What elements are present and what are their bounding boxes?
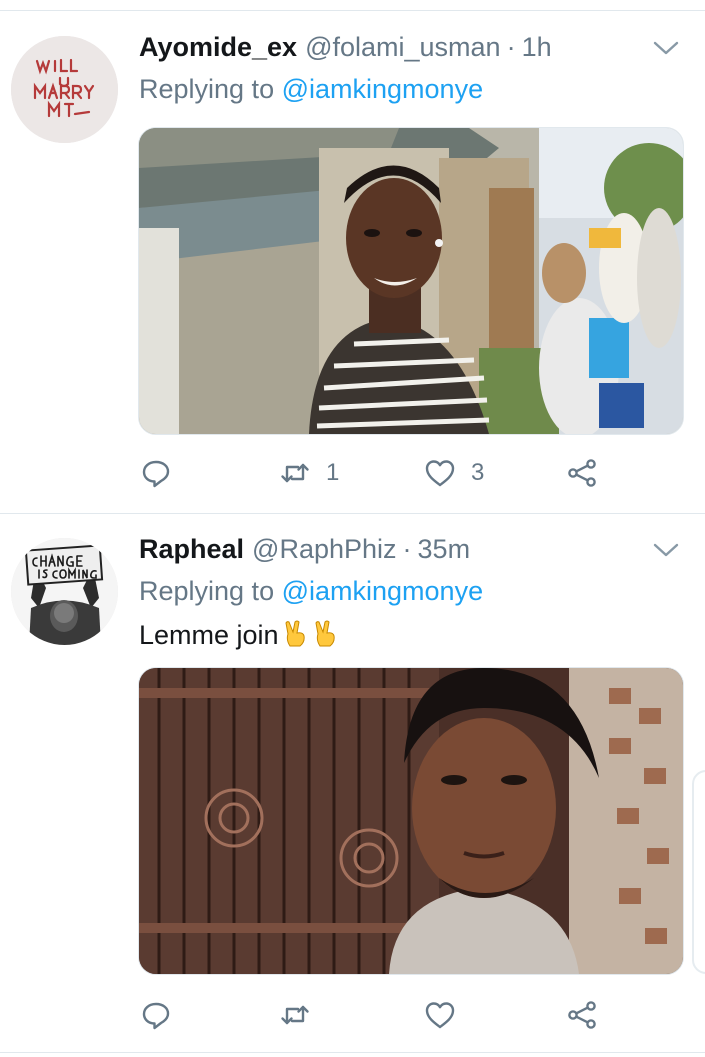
retweet-button[interactable] bbox=[278, 995, 326, 1035]
reply-button[interactable] bbox=[139, 453, 187, 493]
reply-icon bbox=[142, 1002, 170, 1030]
tweet-header: Ayomide_ex @folami_usman · 1h bbox=[139, 32, 552, 68]
replying-to: Replying to @iamkingmonye bbox=[139, 576, 483, 607]
display-name[interactable]: Rapheal bbox=[139, 534, 244, 565]
bottom-divider bbox=[0, 1052, 705, 1053]
victory-hand-emoji bbox=[313, 620, 339, 648]
avatar[interactable] bbox=[11, 36, 118, 143]
photo-selfie-gate bbox=[139, 668, 683, 974]
tweet-photo[interactable] bbox=[138, 127, 684, 435]
reply-icon bbox=[142, 460, 170, 488]
avatar-image bbox=[11, 538, 118, 645]
tweet-body: Lemme join bbox=[139, 620, 279, 650]
separator-dot: · bbox=[506, 32, 516, 62]
user-handle[interactable]: @RaphPhiz bbox=[252, 534, 396, 565]
tweet-photo[interactable] bbox=[138, 667, 684, 975]
like-button[interactable]: 3 bbox=[423, 453, 484, 493]
victory-hand-emoji bbox=[283, 620, 309, 648]
tweet-actions bbox=[139, 995, 659, 1035]
replying-to: Replying to @iamkingmonye bbox=[139, 74, 483, 105]
tweet[interactable]: Ayomide_ex @folami_usman · 1h Replying t… bbox=[0, 0, 705, 513]
photo-young-man-striped-shirt bbox=[139, 128, 683, 434]
display-name[interactable]: Ayomide_ex bbox=[139, 32, 297, 63]
retweet-icon bbox=[281, 463, 309, 483]
tweet-menu-button[interactable] bbox=[652, 540, 680, 560]
user-handle[interactable]: @folami_usman bbox=[305, 32, 501, 63]
mention-link[interactable]: @iamkingmonye bbox=[282, 576, 484, 606]
avatar-image bbox=[11, 36, 118, 143]
scroll-edge-card bbox=[692, 770, 705, 974]
retweet-button[interactable]: 1 bbox=[278, 453, 339, 493]
timestamp[interactable]: 1h bbox=[522, 32, 552, 63]
tweet-header: Rapheal @RaphPhiz · 35m bbox=[139, 534, 470, 570]
like-icon bbox=[425, 460, 455, 487]
like-button[interactable] bbox=[423, 995, 471, 1035]
separator-dot: · bbox=[402, 534, 412, 564]
reply-button[interactable] bbox=[139, 995, 187, 1035]
like-count: 3 bbox=[471, 459, 485, 486]
mention-link[interactable]: @iamkingmonye bbox=[282, 74, 484, 104]
retweet-icon bbox=[281, 1005, 309, 1025]
avatar[interactable] bbox=[11, 538, 118, 645]
share-button[interactable] bbox=[565, 995, 599, 1035]
timestamp[interactable]: 35m bbox=[418, 534, 471, 565]
share-icon bbox=[568, 1001, 596, 1029]
share-icon bbox=[568, 459, 596, 487]
retweet-count: 1 bbox=[326, 459, 340, 486]
tweet[interactable]: Rapheal @RaphPhiz · 35m Replying to @iam… bbox=[0, 514, 705, 1057]
tweet-actions: 1 3 bbox=[139, 453, 659, 493]
tweet-menu-button[interactable] bbox=[652, 38, 680, 58]
replying-to-label: Replying to bbox=[139, 74, 275, 104]
share-button[interactable] bbox=[565, 453, 599, 493]
tweet-text: Lemme join bbox=[139, 620, 339, 651]
like-icon bbox=[425, 1002, 455, 1029]
chevron-down-icon bbox=[653, 41, 679, 55]
replying-to-label: Replying to bbox=[139, 576, 275, 606]
chevron-down-icon bbox=[653, 543, 679, 557]
